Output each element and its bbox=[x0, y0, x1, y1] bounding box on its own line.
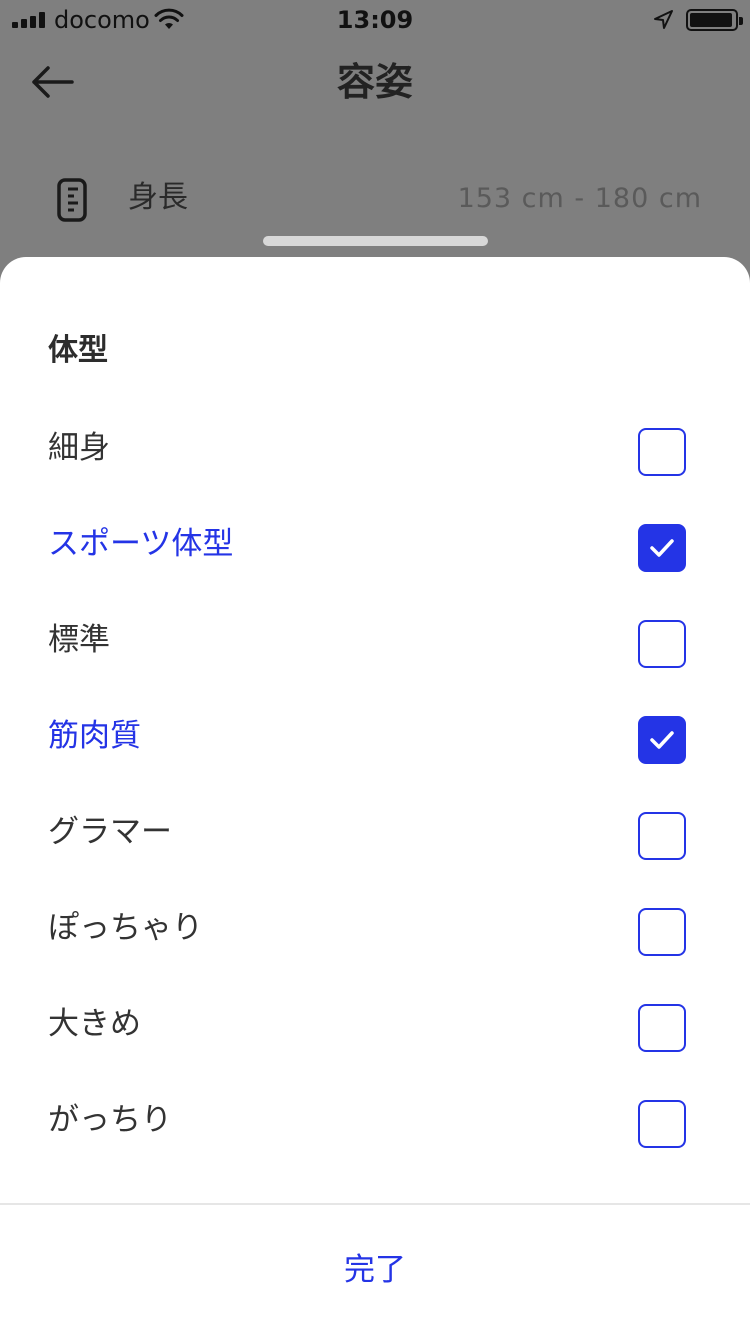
option-row[interactable]: スポーツ体型 bbox=[0, 500, 750, 596]
checkbox[interactable] bbox=[638, 428, 686, 476]
checkbox[interactable] bbox=[638, 716, 686, 764]
option-row[interactable]: 大きめ bbox=[0, 980, 750, 1076]
checkbox[interactable] bbox=[638, 1004, 686, 1052]
height-value: 153 cm - 180 cm bbox=[457, 183, 702, 214]
option-row[interactable]: 細身 bbox=[0, 404, 750, 500]
height-row[interactable]: 身長 153 cm - 180 cm bbox=[0, 160, 750, 240]
option-row[interactable]: ぽっちゃり bbox=[0, 884, 750, 980]
status-bar: docomo 13:09 bbox=[0, 0, 750, 40]
done-button[interactable]: 完了 bbox=[0, 1205, 750, 1334]
option-row[interactable]: 筋肉質 bbox=[0, 692, 750, 788]
option-label: 大きめ bbox=[48, 1006, 141, 1042]
sheet-title: 体型 bbox=[48, 333, 108, 368]
option-row[interactable]: グラマー bbox=[0, 788, 750, 884]
battery-icon bbox=[686, 9, 743, 31]
status-time: 13:09 bbox=[336, 6, 414, 34]
option-label: ぽっちゃり bbox=[48, 910, 203, 946]
option-label: スポーツ体型 bbox=[48, 526, 234, 562]
location-arrow-icon bbox=[654, 10, 673, 29]
height-label: 身長 bbox=[128, 180, 188, 215]
page-title: 容姿 bbox=[336, 60, 413, 104]
ruler-icon bbox=[57, 178, 87, 222]
option-label: グラマー bbox=[48, 814, 172, 850]
option-label: 筋肉質 bbox=[48, 718, 141, 754]
checkbox[interactable] bbox=[638, 620, 686, 668]
sheet-grabber-handle[interactable] bbox=[263, 236, 488, 246]
option-row[interactable]: がっちり bbox=[0, 1076, 750, 1172]
option-row[interactable]: 標準 bbox=[0, 596, 750, 692]
option-label: 細身 bbox=[48, 430, 110, 466]
checkbox[interactable] bbox=[638, 812, 686, 860]
body-type-sheet: 体型 細身 スポーツ体型 標準 筋肉質 グラマー ぽっちゃり 大きめ がっちり … bbox=[0, 257, 750, 1334]
navigation-bar: 容姿 bbox=[0, 48, 750, 118]
checkbox[interactable] bbox=[638, 524, 686, 572]
checkbox[interactable] bbox=[638, 908, 686, 956]
option-label: 標準 bbox=[48, 622, 110, 658]
option-label: がっちり bbox=[48, 1102, 172, 1138]
checkmark-icon bbox=[650, 731, 674, 749]
checkbox[interactable] bbox=[638, 1100, 686, 1148]
body-type-options: 細身 スポーツ体型 標準 筋肉質 グラマー ぽっちゃり 大きめ がっちり bbox=[0, 404, 750, 1172]
checkmark-icon bbox=[650, 539, 674, 557]
